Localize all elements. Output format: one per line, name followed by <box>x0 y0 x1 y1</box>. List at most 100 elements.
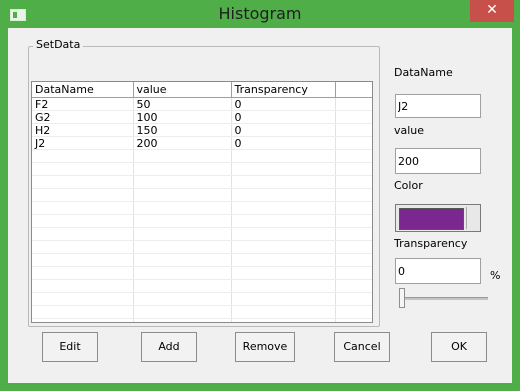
data-grid[interactable]: DataName value Transparency F2 50 0 G2 100 0 H… <box>31 81 373 323</box>
empty-cell[interactable] <box>231 305 336 319</box>
empty-cell[interactable] <box>335 253 372 267</box>
empty-cell[interactable] <box>32 188 134 202</box>
empty-cell[interactable] <box>231 149 336 163</box>
empty-cell[interactable] <box>32 162 134 176</box>
empty-cell[interactable] <box>32 201 134 215</box>
empty-cell[interactable] <box>133 305 232 319</box>
empty-cell[interactable] <box>32 175 134 189</box>
dataname-field[interactable] <box>395 94 481 118</box>
empty-row[interactable] <box>32 227 372 241</box>
cell-transparency[interactable]: 0 <box>231 110 336 124</box>
empty-cell[interactable] <box>133 318 232 322</box>
close-button[interactable]: ✕ <box>470 0 514 22</box>
empty-cell[interactable] <box>231 292 336 306</box>
empty-cell[interactable] <box>32 253 134 267</box>
empty-cell[interactable] <box>335 227 372 241</box>
empty-cell[interactable] <box>335 149 372 163</box>
cell-value[interactable]: 50 <box>133 97 232 111</box>
table-row[interactable]: F2 50 0 <box>32 97 372 111</box>
empty-cell[interactable] <box>335 279 372 293</box>
empty-cell[interactable] <box>231 240 336 254</box>
empty-row[interactable] <box>32 188 372 202</box>
empty-cell[interactable] <box>32 240 134 254</box>
empty-cell[interactable] <box>231 162 336 176</box>
empty-cell[interactable] <box>231 188 336 202</box>
empty-cell[interactable] <box>231 318 336 322</box>
cell-extra[interactable] <box>335 136 372 150</box>
cell-transparency[interactable]: 0 <box>231 136 336 150</box>
empty-cell[interactable] <box>335 214 372 228</box>
empty-cell[interactable] <box>133 162 232 176</box>
empty-cell[interactable] <box>335 188 372 202</box>
empty-cell[interactable] <box>335 201 372 215</box>
empty-cell[interactable] <box>133 227 232 241</box>
empty-cell[interactable] <box>231 279 336 293</box>
cell-extra[interactable] <box>335 97 372 111</box>
empty-row[interactable] <box>32 175 372 189</box>
cell-value[interactable]: 200 <box>133 136 232 150</box>
column-header-transparency[interactable]: Transparency <box>231 82 336 98</box>
empty-row[interactable] <box>32 149 372 163</box>
empty-cell[interactable] <box>231 266 336 280</box>
color-picker-dropdown[interactable] <box>466 207 480 229</box>
empty-cell[interactable] <box>133 149 232 163</box>
empty-cell[interactable] <box>335 266 372 280</box>
empty-cell[interactable] <box>133 214 232 228</box>
column-header-value[interactable]: value <box>133 82 232 98</box>
empty-cell[interactable] <box>32 266 134 280</box>
empty-cell[interactable] <box>32 305 134 319</box>
empty-cell[interactable] <box>335 318 372 322</box>
color-picker-button[interactable] <box>395 204 481 232</box>
transparency-slider-thumb[interactable] <box>399 288 405 308</box>
empty-cell[interactable] <box>32 318 134 322</box>
empty-cell[interactable] <box>32 227 134 241</box>
empty-cell[interactable] <box>335 305 372 319</box>
empty-row[interactable] <box>32 318 372 322</box>
empty-cell[interactable] <box>133 279 232 293</box>
empty-cell[interactable] <box>231 227 336 241</box>
empty-cell[interactable] <box>231 253 336 267</box>
empty-cell[interactable] <box>133 175 232 189</box>
cell-value[interactable]: 100 <box>133 110 232 124</box>
table-row[interactable]: J2 200 0 <box>32 136 372 150</box>
title-bar[interactable]: Histogram ✕ <box>0 0 520 28</box>
empty-cell[interactable] <box>335 292 372 306</box>
add-button[interactable]: Add <box>141 332 197 362</box>
transparency-field[interactable] <box>395 258 481 284</box>
empty-cell[interactable] <box>133 240 232 254</box>
cell-extra[interactable] <box>335 110 372 124</box>
value-field[interactable] <box>395 148 481 174</box>
empty-row[interactable] <box>32 305 372 319</box>
cell-dataname[interactable]: F2 <box>32 97 134 111</box>
empty-cell[interactable] <box>133 253 232 267</box>
cell-dataname[interactable]: H2 <box>32 123 134 137</box>
column-header-dataname[interactable]: DataName <box>32 82 134 98</box>
cancel-button[interactable]: Cancel <box>334 332 390 362</box>
edit-button[interactable]: Edit <box>42 332 98 362</box>
empty-row[interactable] <box>32 253 372 267</box>
remove-button[interactable]: Remove <box>235 332 295 362</box>
empty-cell[interactable] <box>133 201 232 215</box>
column-header-extra[interactable] <box>335 82 372 98</box>
empty-cell[interactable] <box>32 149 134 163</box>
empty-cell[interactable] <box>335 240 372 254</box>
empty-cell[interactable] <box>231 201 336 215</box>
cell-transparency[interactable]: 0 <box>231 123 336 137</box>
empty-row[interactable] <box>32 292 372 306</box>
empty-cell[interactable] <box>231 214 336 228</box>
table-row[interactable]: H2 150 0 <box>32 123 372 137</box>
empty-row[interactable] <box>32 240 372 254</box>
cell-extra[interactable] <box>335 123 372 137</box>
transparency-slider-track[interactable] <box>400 297 488 300</box>
empty-row[interactable] <box>32 214 372 228</box>
empty-cell[interactable] <box>32 214 134 228</box>
empty-cell[interactable] <box>133 292 232 306</box>
empty-cell[interactable] <box>133 266 232 280</box>
table-row[interactable]: G2 100 0 <box>32 110 372 124</box>
empty-row[interactable] <box>32 266 372 280</box>
empty-row[interactable] <box>32 201 372 215</box>
empty-cell[interactable] <box>133 188 232 202</box>
empty-row[interactable] <box>32 279 372 293</box>
cell-dataname[interactable]: J2 <box>32 136 134 150</box>
empty-cell[interactable] <box>32 279 134 293</box>
